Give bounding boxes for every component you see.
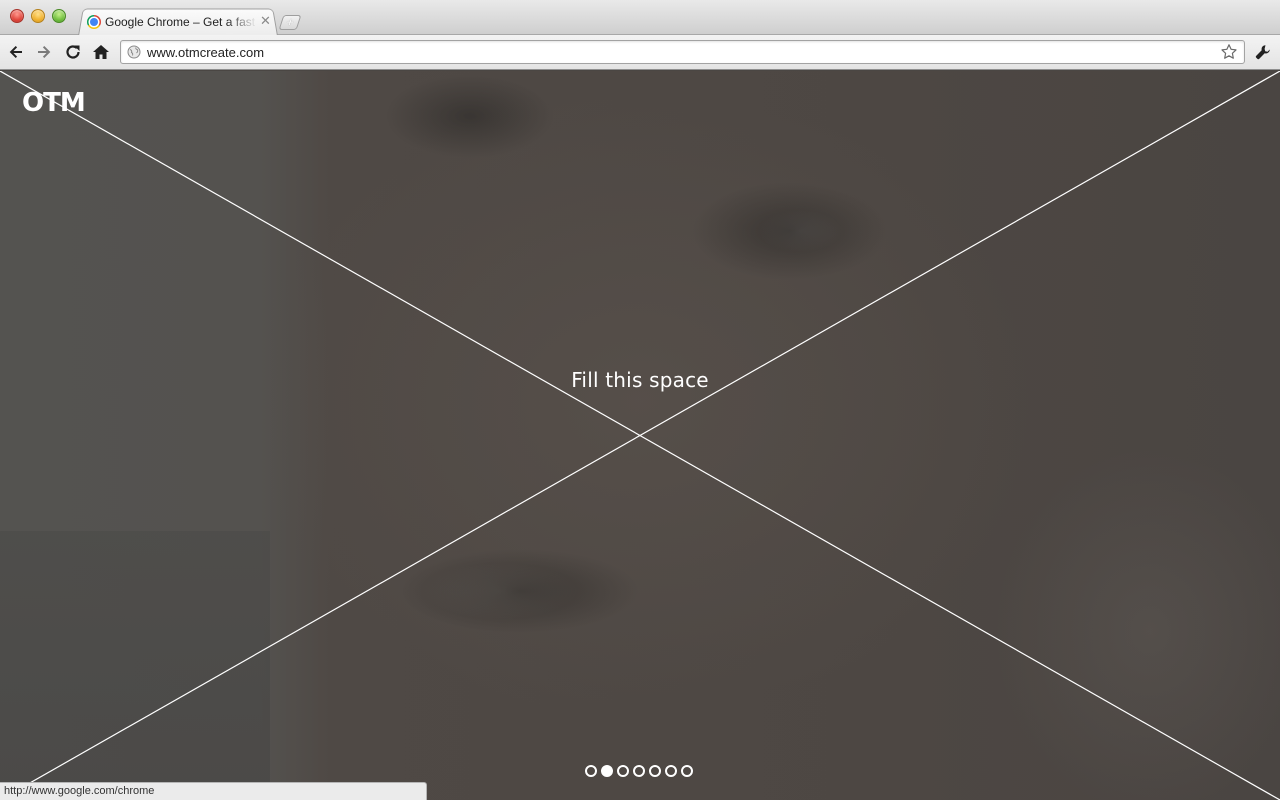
back-arrow-icon <box>9 46 22 58</box>
window-close-button[interactable] <box>10 9 24 23</box>
slide-pagination <box>585 765 693 777</box>
home-icon <box>93 45 109 59</box>
browser-window: Google Chrome – Get a fast new browser. … <box>0 0 1280 800</box>
slide-dot[interactable] <box>649 765 661 777</box>
chrome-favicon-icon <box>87 15 101 29</box>
slide-dot[interactable] <box>633 765 645 777</box>
forward-arrow-icon <box>38 46 51 58</box>
active-tab[interactable]: Google Chrome – Get a fast new browser. … <box>80 8 276 34</box>
slide-dot[interactable] <box>665 765 677 777</box>
page-viewport: OTM Fill this space <box>0 71 1280 800</box>
url-text[interactable]: www.otmcreate.com <box>147 45 264 60</box>
window-minimize-button[interactable] <box>31 9 45 23</box>
placeholder-cross-lines <box>0 71 1280 800</box>
slide-dot[interactable] <box>681 765 693 777</box>
bookmark-star-icon[interactable] <box>1220 43 1238 61</box>
toolbar: www.otmcreate.com <box>0 35 1280 70</box>
forward-button[interactable] <box>33 41 55 63</box>
settings-wrench-button[interactable] <box>1252 41 1274 63</box>
slide-dot[interactable] <box>601 765 613 777</box>
globe-icon <box>127 45 141 59</box>
tab-title: Google Chrome – Get a fast new browser. … <box>105 15 257 29</box>
back-button[interactable] <box>5 41 27 63</box>
tab-strip: Google Chrome – Get a fast new browser. … <box>0 0 1280 37</box>
slide-dot[interactable] <box>617 765 629 777</box>
reload-button[interactable] <box>62 41 84 63</box>
home-button[interactable] <box>90 41 112 63</box>
status-bubble: http://www.google.com/chrome <box>0 782 427 800</box>
new-tab-button[interactable]: + <box>278 15 302 30</box>
window-zoom-button[interactable] <box>52 9 66 23</box>
reload-icon <box>66 45 80 59</box>
tab-close-icon[interactable]: ✕ <box>260 14 271 28</box>
slide-dot[interactable] <box>585 765 597 777</box>
wrench-icon <box>1255 45 1270 60</box>
placeholder-headline: Fill this space <box>571 368 709 392</box>
otm-logo[interactable]: OTM <box>22 89 86 117</box>
address-bar[interactable]: www.otmcreate.com <box>120 40 1245 64</box>
